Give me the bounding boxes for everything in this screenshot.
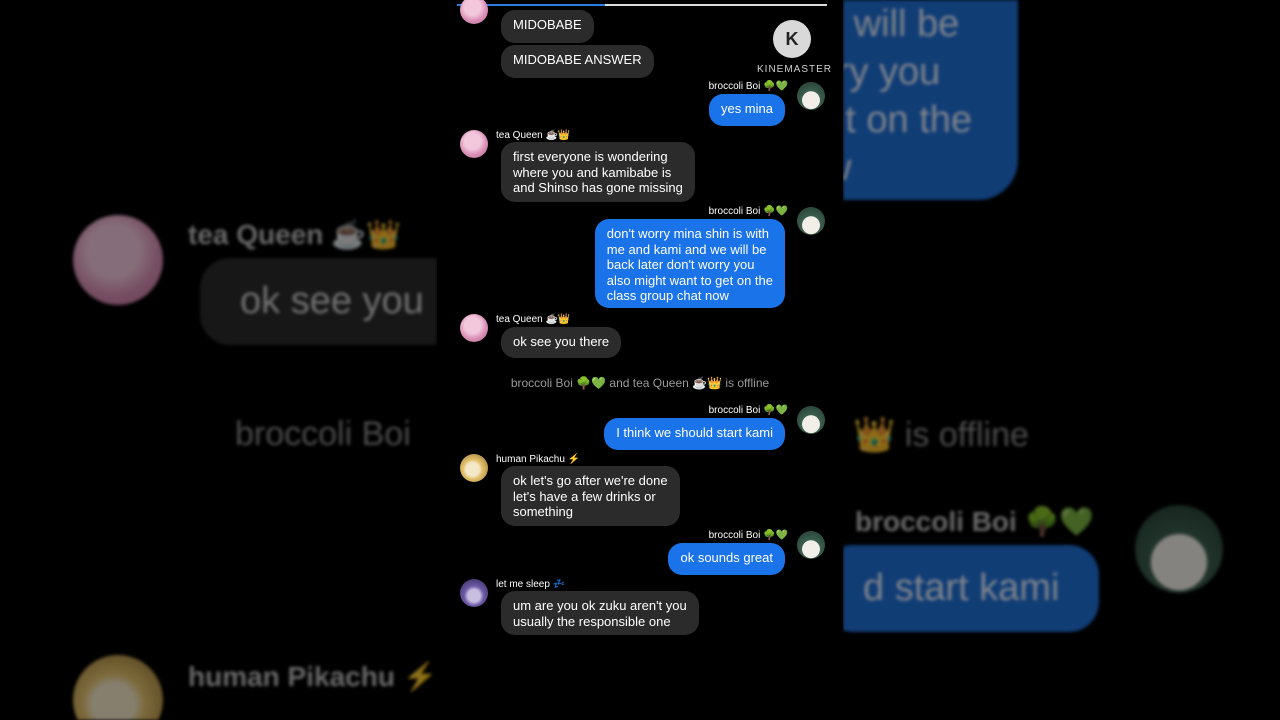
message-bubble[interactable]: um are you ok zuku aren't you usually th… bbox=[501, 591, 699, 635]
blurred-sender-name: human Pikachu ⚡ bbox=[188, 661, 437, 692]
avatar[interactable] bbox=[797, 531, 825, 559]
message-text: back later don't worry you bbox=[606, 257, 755, 272]
video-progress-bar[interactable] bbox=[457, 4, 827, 6]
message-bubble[interactable]: MIDOBABE ANSWER bbox=[501, 45, 654, 78]
message-text: yes mina bbox=[720, 101, 773, 116]
message-bubble[interactable]: don't worry mina shin is with me and kam… bbox=[594, 219, 785, 308]
message-text: usually the responsible one bbox=[513, 613, 671, 629]
avatar[interactable] bbox=[460, 0, 488, 24]
blurred-avatar bbox=[73, 655, 163, 720]
message-bubble[interactable]: ok let's go after we're done let's have … bbox=[501, 466, 680, 526]
sender-name: broccoli Boi 🌳💚 bbox=[708, 530, 788, 541]
message-bubble[interactable]: MIDOBABE bbox=[501, 10, 594, 43]
blurred-line: ow bbox=[843, 144, 1018, 192]
avatar[interactable] bbox=[460, 454, 488, 482]
message-bubble[interactable]: yes mina bbox=[708, 94, 785, 126]
avatar[interactable] bbox=[797, 207, 825, 235]
blurred-line: get on the bbox=[843, 99, 973, 141]
kinemaster-logo-letter: K bbox=[785, 29, 799, 49]
message-text: where you and kamibabe is bbox=[513, 164, 672, 180]
message-text: something bbox=[513, 504, 573, 519]
message-text: I think we should start kami bbox=[616, 425, 773, 440]
message-text: let's have a few drinks or bbox=[513, 488, 656, 504]
message-bubble[interactable]: first everyone is wondering where you an… bbox=[501, 142, 695, 202]
message-bubble[interactable]: ok sounds great bbox=[668, 543, 785, 575]
avatar[interactable] bbox=[460, 314, 488, 342]
message-text: don't worry mina shin is with bbox=[606, 226, 769, 241]
blurred-system-text: broccoli Boi bbox=[235, 415, 411, 453]
sender-name: let me sleep 💤 bbox=[496, 579, 566, 590]
blurred-avatar bbox=[1135, 505, 1223, 593]
message-text: class group chat now bbox=[606, 288, 729, 303]
message-text: me and kami and we will be bbox=[606, 241, 767, 257]
message-text: also might want to get on the bbox=[606, 272, 773, 288]
blurred-bubble: ve will be orry you get on the ow bbox=[843, 0, 1018, 200]
message-bubble[interactable]: ok see you there bbox=[501, 327, 622, 358]
sender-name: broccoli Boi 🌳💚 bbox=[708, 405, 788, 416]
avatar[interactable] bbox=[460, 130, 488, 158]
message-text: MIDOBABE ANSWER bbox=[513, 52, 642, 67]
blurred-line: orry you bbox=[843, 51, 941, 93]
message-text: first everyone is wondering bbox=[513, 149, 668, 164]
sender-name: human Pikachu ⚡ bbox=[496, 454, 581, 465]
kinemaster-watermark: K KINEMASTER bbox=[757, 20, 833, 75]
blurred-avatar bbox=[73, 215, 163, 305]
message-text: ok sounds great bbox=[680, 550, 773, 565]
avatar[interactable] bbox=[460, 579, 488, 607]
kinemaster-logo-icon: K bbox=[773, 20, 811, 58]
message-bubble[interactable]: I think we should start kami bbox=[604, 418, 785, 450]
sender-name: tea Queen ☕👑 bbox=[496, 130, 571, 141]
background-echo-right: ve will be orry you get on the ow 👑 is o… bbox=[843, 0, 1280, 720]
kinemaster-label: KINEMASTER bbox=[757, 64, 833, 75]
message-text: MIDOBABE bbox=[513, 17, 582, 32]
sender-name: broccoli Boi 🌳💚 bbox=[708, 81, 788, 92]
blurred-line: ve will be bbox=[843, 3, 960, 45]
blurred-bubble: ok see you bbox=[200, 258, 437, 345]
chat-screen: K KINEMASTER MIDOBABE MIDOBABE ANSWER br… bbox=[437, 0, 843, 720]
blurred-system-text: 👑 is offline bbox=[853, 416, 1029, 454]
offline-status-notice: broccoli Boi 🌳💚 and tea Queen ☕👑 is offl… bbox=[510, 376, 770, 390]
message-text: ok see you there bbox=[513, 334, 610, 349]
background-echo-left: tea Queen ☕👑 ok see you broccoli Boi hum… bbox=[0, 0, 437, 720]
blurred-bubble: d start kami bbox=[843, 545, 1100, 632]
message-text: ok let's go after we're done bbox=[513, 473, 668, 488]
message-text: and Shinso has gone missing bbox=[513, 180, 683, 195]
sender-name: tea Queen ☕👑 bbox=[496, 314, 571, 325]
message-text: um are you ok zuku aren't you bbox=[513, 598, 687, 613]
sender-name: broccoli Boi 🌳💚 bbox=[708, 206, 788, 217]
avatar[interactable] bbox=[797, 406, 825, 434]
blurred-sender-name: tea Queen ☕👑 bbox=[188, 219, 401, 250]
blurred-sender-name: broccoli Boi 🌳💚 bbox=[855, 506, 1095, 537]
avatar[interactable] bbox=[797, 82, 825, 110]
